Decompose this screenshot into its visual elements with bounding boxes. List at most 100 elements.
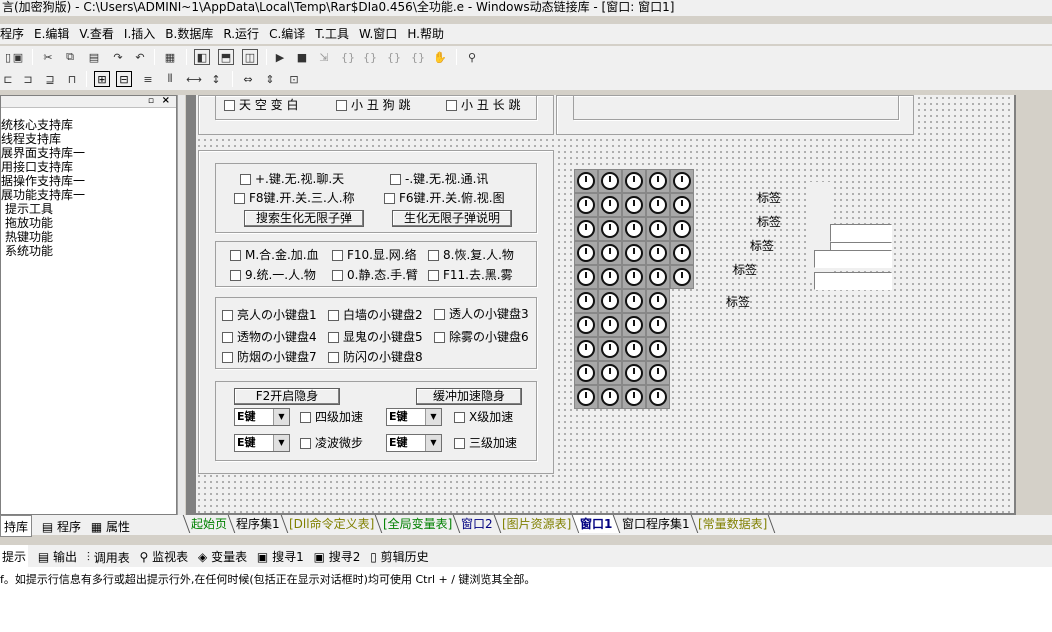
timer-icon[interactable]: [574, 169, 598, 193]
check-plus-key[interactable]: +.键.无.视.聊.天: [240, 172, 344, 186]
tab-output[interactable]: ▤ 输出: [38, 546, 77, 568]
check-speed-3[interactable]: 三级加速: [454, 436, 517, 450]
tree-item[interactable]: 提示工具: [1, 202, 176, 216]
label-5[interactable]: 标签: [726, 293, 750, 310]
tree-item[interactable]: 热键功能: [1, 230, 176, 244]
check-lingbo[interactable]: 凌波微步: [300, 436, 363, 450]
timer-icon[interactable]: [622, 289, 646, 313]
check-numpad-5[interactable]: 显鬼の小键盘5: [328, 330, 423, 344]
check-clown-dog-jump[interactable]: 小 丑 狗 跳: [336, 98, 410, 112]
timer-icon[interactable]: [670, 217, 694, 241]
key-select[interactable]: E键 ▼: [386, 434, 442, 452]
checkbox-box[interactable]: [336, 99, 347, 111]
size-height-icon[interactable]: ⇕: [262, 71, 278, 87]
align-right-icon[interactable]: ⊒: [42, 71, 58, 87]
tab-window2[interactable]: 窗口2: [454, 515, 502, 533]
timer-icon[interactable]: [622, 385, 646, 409]
timer-icon[interactable]: [598, 193, 622, 217]
buffer-stealth-button[interactable]: 缓冲加速隐身: [416, 388, 522, 405]
find-icon[interactable]: ⚲: [464, 49, 480, 65]
align-left-icon[interactable]: ⊏: [0, 71, 16, 87]
checkbox-box[interactable]: [328, 351, 339, 363]
timer-icon[interactable]: [574, 265, 598, 289]
key-select[interactable]: E键 ▼: [234, 434, 290, 452]
step-over-icon[interactable]: {}: [362, 49, 378, 65]
menu-database[interactable]: B.数据库: [165, 24, 213, 44]
timer-icon[interactable]: [622, 337, 646, 361]
timer-icon[interactable]: [646, 289, 670, 313]
step-out-icon[interactable]: {}: [386, 49, 402, 65]
space-horizontal-icon[interactable]: ⟷: [186, 71, 202, 87]
checkbox-box[interactable]: [434, 308, 445, 320]
timer-icon[interactable]: [574, 361, 598, 385]
timer-icon[interactable]: [574, 337, 598, 361]
tab-watch[interactable]: ⚲ 监视表: [140, 546, 189, 568]
hand-icon[interactable]: ✋: [432, 49, 448, 65]
undo-icon[interactable]: ↶: [132, 49, 148, 65]
timer-icon[interactable]: [598, 241, 622, 265]
timer-icon[interactable]: [646, 265, 670, 289]
chevron-down-icon[interactable]: ▼: [273, 435, 289, 451]
size-width-icon[interactable]: ⇔: [240, 71, 256, 87]
checkbox-box[interactable]: [328, 309, 339, 321]
tree-item[interactable]: 统核心支持库: [1, 118, 176, 132]
stop-icon[interactable]: ■: [294, 49, 310, 65]
tab-start-page[interactable]: 起始页: [182, 515, 236, 533]
menu-compile[interactable]: C.编译: [269, 24, 305, 44]
checkbox-box[interactable]: [300, 437, 311, 449]
tree-item[interactable]: 展功能支持库一: [1, 188, 176, 202]
timer-icon[interactable]: [598, 337, 622, 361]
checkbox-box[interactable]: [454, 437, 465, 449]
timer-icon[interactable]: [670, 265, 694, 289]
space-vertical-icon[interactable]: ↕: [208, 71, 224, 87]
check-numpad-6[interactable]: 除雾の小键盘6: [434, 330, 529, 344]
timer-icon[interactable]: [622, 241, 646, 265]
timer-icon[interactable]: [646, 241, 670, 265]
center-vertical-icon[interactable]: ⊟: [116, 71, 132, 87]
checkbox-box[interactable]: [454, 411, 465, 423]
tree-item[interactable]: 系统功能: [1, 244, 176, 258]
timer-icon[interactable]: [622, 313, 646, 337]
menu-run[interactable]: R.运行: [223, 24, 259, 44]
run-to-cursor-icon[interactable]: {}: [410, 49, 426, 65]
check-speed-4[interactable]: 四级加速: [300, 410, 363, 424]
menu-insert[interactable]: I.插入: [124, 24, 155, 44]
stealth-on-button[interactable]: F2开启隐身: [234, 388, 340, 405]
cut-icon[interactable]: ✂: [40, 49, 56, 65]
menu-edit[interactable]: E.编辑: [34, 24, 69, 44]
save-icon[interactable]: ▣: [10, 49, 26, 65]
timer-icon[interactable]: [574, 241, 598, 265]
timer-icon[interactable]: [646, 169, 670, 193]
same-height-icon[interactable]: ⫴: [162, 71, 178, 87]
tab-program-set1[interactable]: 程序集1: [228, 515, 288, 533]
tree-item[interactable]: 线程支持库: [1, 132, 176, 146]
timer-icon[interactable]: [574, 217, 598, 241]
check-numpad-4[interactable]: 透物の小键盘4: [222, 330, 317, 344]
timer-icon[interactable]: [646, 337, 670, 361]
menu-window[interactable]: W.窗口: [359, 24, 397, 44]
panel-close-icon[interactable]: ×: [162, 95, 170, 106]
grid-icon[interactable]: ⊡: [286, 71, 302, 87]
tab-variables[interactable]: ◈ 变量表: [198, 546, 247, 568]
panel-pin-icon[interactable]: ▫: [148, 96, 154, 106]
check-numpad-2[interactable]: 白墙の小键盘2: [328, 308, 423, 322]
menu-help[interactable]: H.帮助: [407, 24, 444, 44]
edit-box[interactable]: [814, 272, 892, 290]
timer-icon[interactable]: [598, 217, 622, 241]
menu-tools[interactable]: T.工具: [315, 24, 349, 44]
label-2[interactable]: 标签: [757, 213, 781, 230]
timer-icon[interactable]: [670, 241, 694, 265]
preview-icon[interactable]: ▦: [162, 49, 178, 65]
checkbox-box[interactable]: [230, 269, 241, 281]
check-numpad-1[interactable]: 亮人の小键盘1: [222, 308, 317, 322]
tab-constants[interactable]: [常量数据表]: [691, 515, 776, 533]
tree-item[interactable]: 拖放功能: [1, 216, 176, 230]
tab-search2[interactable]: ▣ 搜寻2: [314, 546, 361, 568]
paste-icon[interactable]: ▤: [86, 49, 102, 65]
key-select[interactable]: E键 ▼: [234, 408, 290, 426]
timer-icon[interactable]: [646, 313, 670, 337]
timer-icon[interactable]: [598, 313, 622, 337]
checkbox-box[interactable]: [332, 249, 343, 261]
tree-item[interactable]: 据操作支持库一: [1, 174, 176, 188]
timer-icon[interactable]: [574, 313, 598, 337]
